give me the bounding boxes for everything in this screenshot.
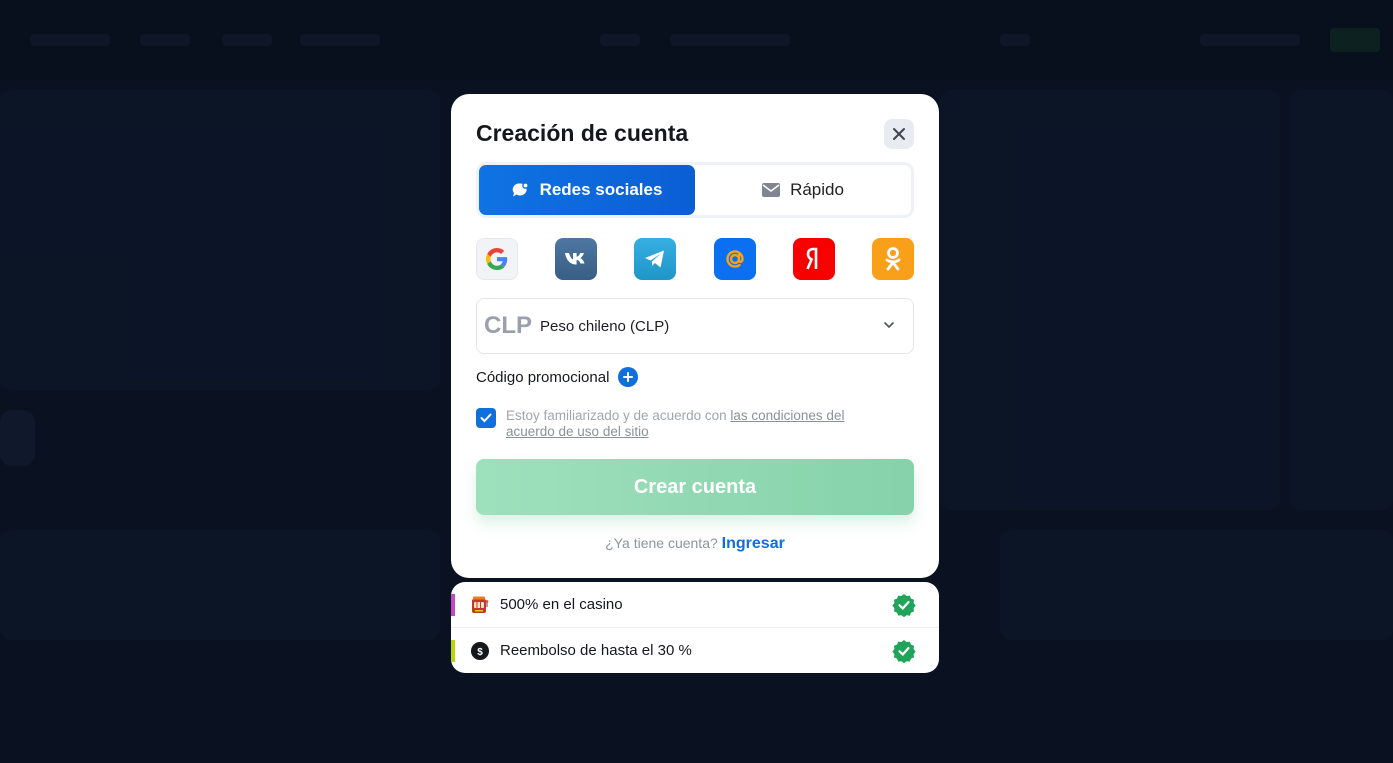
- currency-select[interactable]: CLP Peso chileno (CLP): [476, 298, 914, 354]
- odnoklassniki-button[interactable]: [871, 238, 914, 280]
- terms-text: Estoy familiarizado y de acuerdo con las…: [506, 408, 896, 440]
- tab-quick-label: Rápido: [790, 180, 844, 199]
- tab-social-label: Redes sociales: [539, 180, 663, 199]
- plus-icon[interactable]: [618, 367, 639, 387]
- modal-title: Creación de cuenta: [476, 120, 689, 146]
- google-button[interactable]: [476, 238, 518, 280]
- terms-text-plain: Estoy familiarizado y de acuerdo con: [506, 408, 731, 423]
- registration-tabs: Redes sociales Rápido: [476, 162, 914, 218]
- chat-bubble-icon: [512, 181, 529, 196]
- create-account-button[interactable]: Crear cuenta: [476, 459, 914, 515]
- telegram-button[interactable]: [634, 238, 677, 280]
- currency-name: Peso chileno (CLP): [540, 317, 670, 335]
- envelope-icon: [762, 183, 781, 197]
- checkmark-icon: [480, 413, 492, 423]
- terms-agreement: Estoy familiarizado y de acuerdo con las…: [476, 408, 896, 440]
- bonus-accent-bar: [451, 640, 455, 662]
- yandex-button[interactable]: [792, 238, 835, 280]
- close-icon: [893, 128, 905, 140]
- registration-modal: Creación de cuenta Redes sociales Rápido: [451, 94, 939, 578]
- cashback-icon: $: [470, 641, 490, 661]
- vk-icon: [565, 253, 585, 265]
- mail-button[interactable]: [713, 238, 756, 280]
- close-button[interactable]: [884, 119, 914, 149]
- social-login-buttons: [476, 238, 914, 280]
- bonus-text: Reembolso de hasta el 30 %: [500, 642, 692, 659]
- yandex-icon: [806, 247, 818, 270]
- currency-code: CLP: [484, 312, 532, 339]
- bonus-item-casino: 500% en el casino: [451, 582, 939, 627]
- slot-machine-icon: [470, 595, 490, 615]
- tab-quick[interactable]: Rápido: [695, 165, 911, 215]
- at-sign-icon: [725, 250, 744, 268]
- promo-code-toggle[interactable]: Código promocional: [476, 367, 639, 387]
- ok-icon: [885, 247, 901, 271]
- bonus-text: 500% en el casino: [500, 596, 623, 613]
- telegram-icon: [645, 250, 665, 268]
- bonus-accent-bar: [451, 594, 455, 616]
- promo-code-label: Código promocional: [476, 368, 610, 386]
- tab-social-networks[interactable]: Redes sociales: [479, 165, 695, 215]
- svg-text:$: $: [477, 647, 483, 658]
- chevron-down-icon: [884, 322, 894, 329]
- verified-check-icon: [892, 640, 916, 663]
- bonus-item-cashback: $ Reembolso de hasta el 30 %: [451, 628, 939, 673]
- login-prompt: ¿Ya tiene cuenta?: [605, 535, 718, 551]
- bonus-list: 500% en el casino $ Reembolso de hasta e…: [451, 582, 939, 673]
- login-row: ¿Ya tiene cuenta? Ingresar: [451, 535, 939, 553]
- verified-check-icon: [892, 594, 916, 617]
- google-icon: [486, 248, 508, 270]
- vk-button[interactable]: [555, 238, 598, 280]
- terms-checkbox[interactable]: [476, 408, 496, 428]
- login-link[interactable]: Ingresar: [722, 535, 785, 552]
